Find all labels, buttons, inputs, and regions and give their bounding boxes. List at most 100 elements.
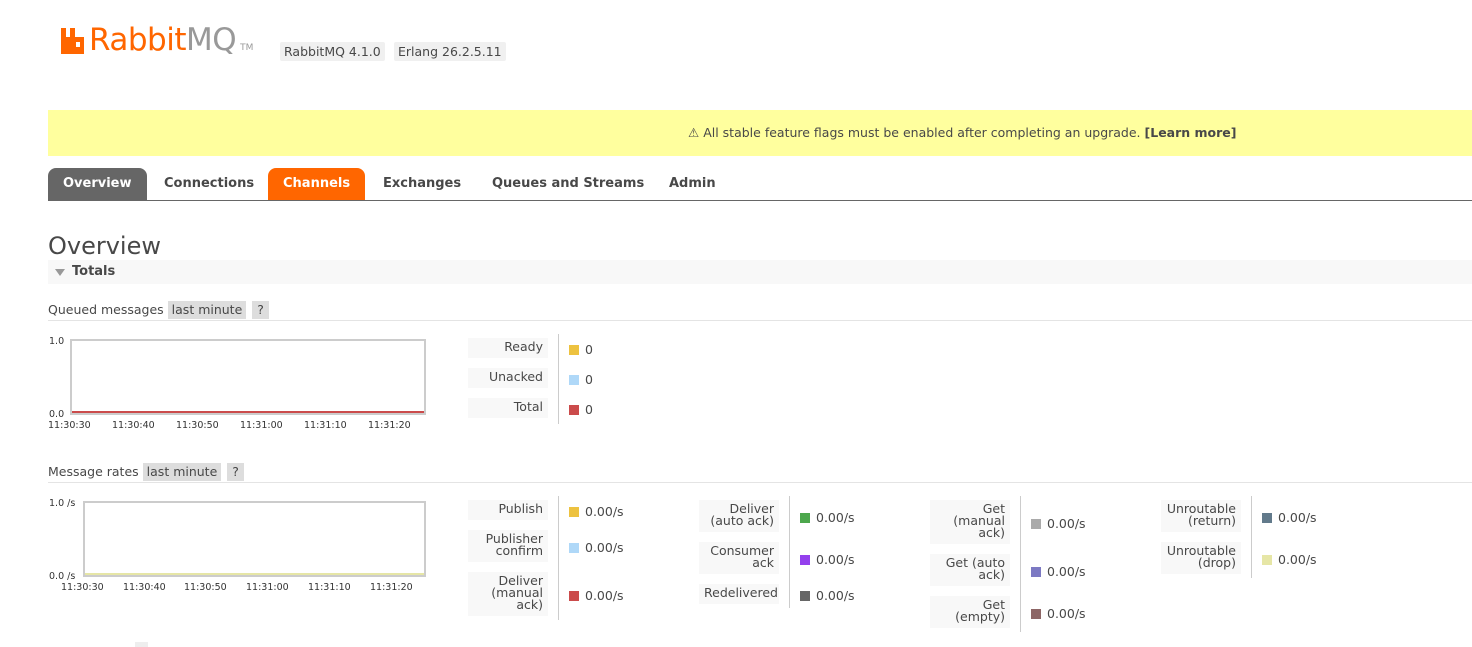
legend-deliver-manual-ack-label: Deliver (manual ack): [468, 572, 548, 616]
x-tick-label: 11:30:40: [112, 420, 155, 431]
legend-get-manual-value: 0.00/s: [1031, 516, 1086, 531]
tab-exchanges[interactable]: Exchanges: [368, 168, 476, 200]
logo-text-primary: Rabbit: [89, 22, 186, 58]
queued-help-button[interactable]: ?: [252, 301, 269, 319]
get-manual-swatch: [1031, 518, 1041, 529]
x-tick-label: 11:30:50: [184, 582, 227, 593]
legend-get-empty-label: Get (empty): [930, 596, 1010, 628]
legend-deliver-auto-value: 0.00/s: [800, 510, 855, 525]
legend-unacked-label: Unacked: [468, 368, 548, 388]
get-auto-value-text: 0.00/s: [1047, 564, 1086, 579]
rabbit-logo-icon: [61, 28, 84, 54]
deliver-auto-value-text: 0.00/s: [816, 510, 855, 525]
main-nav-tabs: Overview Connections Channels Exchanges …: [48, 168, 1472, 201]
deliver-manual-swatch: [569, 590, 579, 601]
unroutable-drop-value-text: 0.00/s: [1278, 552, 1317, 567]
page-title: Overview: [48, 232, 161, 260]
tab-overview[interactable]: Overview: [48, 168, 147, 200]
label-line: (return): [1188, 513, 1236, 528]
feature-flag-banner: ⚠ All stable feature flags must be enabl…: [48, 110, 1472, 156]
rabbitmq-logo[interactable]: Rabbit MQ TM: [60, 24, 253, 56]
tab-queues-and-streams[interactable]: Queues and Streams: [477, 168, 659, 200]
tab-channels[interactable]: Channels: [268, 168, 366, 200]
label-line: (auto ack): [710, 513, 774, 528]
publisher-confirm-swatch: [569, 542, 579, 553]
warning-icon: ⚠: [688, 125, 700, 140]
get-empty-swatch: [1031, 608, 1041, 619]
x-tick-label: 11:30:30: [61, 582, 104, 593]
legend-total-value: 0: [569, 402, 593, 417]
ready-swatch: [569, 344, 579, 355]
y-tick-label: 0.0 /s: [49, 571, 76, 582]
x-tick-label: 11:31:20: [370, 582, 413, 593]
legend-publisher-confirm-label: Publisher confirm: [468, 530, 548, 562]
label-line: ack): [978, 525, 1005, 540]
legend-separator: [1251, 496, 1252, 578]
erlang-version-badge: Erlang 26.2.5.11: [394, 42, 506, 61]
get-manual-value-text: 0.00/s: [1047, 516, 1086, 531]
queued-plot-area: [70, 339, 426, 415]
totals-section-toggle[interactable]: Totals: [48, 260, 1472, 284]
scroll-stub: [135, 642, 148, 647]
legend-separator: [558, 334, 559, 424]
label-line: confirm: [495, 543, 543, 558]
publish-swatch: [569, 506, 579, 517]
legend-unroutable-drop-value: 0.00/s: [1262, 552, 1317, 567]
legend-redelivered-label: Redelivered: [699, 584, 779, 604]
unacked-value-text: 0: [585, 372, 593, 387]
message-rates-heading: Message rates last minute ?: [48, 463, 244, 481]
tab-admin[interactable]: Admin: [654, 168, 731, 200]
deliver-auto-swatch: [800, 512, 810, 523]
legend-unacked-value: 0: [569, 372, 593, 387]
message-rates-title: Message rates: [48, 464, 139, 479]
learn-more-link[interactable]: [Learn more]: [1145, 125, 1237, 140]
total-swatch: [569, 404, 579, 415]
label-line: (drop): [1197, 555, 1236, 570]
unacked-swatch: [569, 374, 579, 385]
legend-publish-label: Publish: [468, 500, 548, 520]
y-tick-label: 0.0: [49, 409, 65, 420]
rates-plot-area: [83, 501, 426, 577]
publish-value-text: 0.00/s: [585, 504, 624, 519]
consumer-ack-swatch: [800, 554, 810, 565]
rates-help-button[interactable]: ?: [227, 463, 244, 481]
consumer-ack-value-text: 0.00/s: [816, 552, 855, 567]
get-empty-value-text: 0.00/s: [1047, 606, 1086, 621]
tab-connections[interactable]: Connections: [149, 168, 269, 200]
legend-consumer-ack-label: Consumer ack: [699, 542, 779, 574]
queued-range-selector[interactable]: last minute: [167, 301, 247, 319]
message-rates-chart: 1.0 /s 0.0 /s 11:30:30 11:30:40 11:30:50…: [48, 496, 428, 596]
total-value-text: 0: [585, 402, 593, 417]
rates-range-selector[interactable]: last minute: [142, 463, 222, 481]
legend-unroutable-drop-label: Unroutable (drop): [1161, 542, 1241, 574]
legend-deliver-auto-ack-label: Deliver (auto ack): [699, 500, 779, 532]
collapse-triangle-icon: [55, 269, 65, 276]
x-tick-label: 11:31:00: [246, 582, 289, 593]
label-line: ack: [752, 555, 774, 570]
x-tick-label: 11:31:20: [368, 420, 411, 431]
deliver-manual-value-text: 0.00/s: [585, 588, 624, 603]
legend-get-auto-ack-label: Get (auto ack): [930, 554, 1010, 586]
legend-separator: [789, 496, 790, 608]
redelivered-value-text: 0.00/s: [816, 588, 855, 603]
legend-deliver-manual-value: 0.00/s: [569, 588, 624, 603]
legend-redelivered-value: 0.00/s: [800, 588, 855, 603]
divider: [48, 320, 1472, 321]
y-tick-label: 1.0 /s: [49, 498, 76, 509]
unroutable-return-value-text: 0.00/s: [1278, 510, 1317, 525]
x-tick-label: 11:30:40: [123, 582, 166, 593]
legend-ready-value: 0: [569, 342, 593, 357]
unroutable-return-swatch: [1262, 512, 1272, 523]
queued-messages-title: Queued messages: [48, 302, 164, 317]
queued-messages-chart: 1.0 0.0 11:30:30 11:30:40 11:30:50 11:31…: [48, 334, 428, 434]
legend-separator: [558, 496, 559, 620]
legend-total-label: Total: [468, 398, 548, 418]
legend-unroutable-return-value: 0.00/s: [1262, 510, 1317, 525]
legend-get-auto-value: 0.00/s: [1031, 564, 1086, 579]
queued-series-svg: [72, 411, 424, 413]
unroutable-drop-swatch: [1262, 554, 1272, 565]
x-tick-label: 11:31:10: [308, 582, 351, 593]
banner-message: All stable feature flags must be enabled…: [703, 125, 1141, 140]
divider: [48, 482, 1472, 483]
legend-consumer-ack-value: 0.00/s: [800, 552, 855, 567]
